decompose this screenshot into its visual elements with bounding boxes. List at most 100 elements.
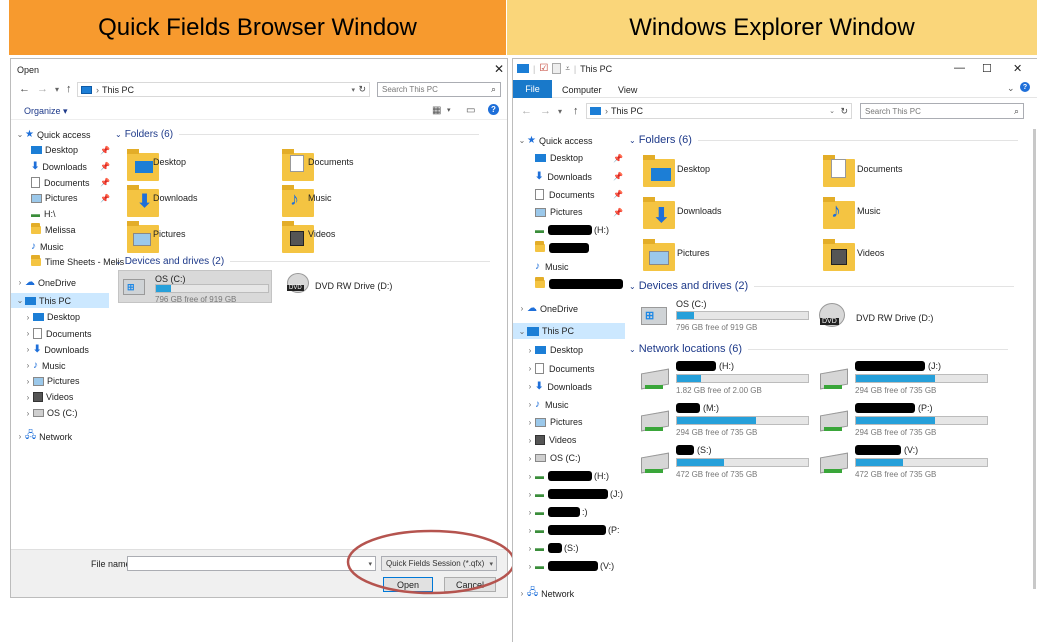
nav-pc-documents[interactable]: › Documents xyxy=(23,328,92,339)
nav-network[interactable]: › 🖧 Network xyxy=(517,585,575,602)
chevron-right-icon[interactable]: › xyxy=(15,278,25,287)
nav-item-music[interactable]: ♪ Music xyxy=(31,241,64,252)
back-arrow-icon[interactable]: ← xyxy=(19,83,30,95)
nav-item-pictures[interactable]: Pictures 📌 xyxy=(31,193,110,203)
chevron-right-icon[interactable]: › xyxy=(23,329,33,338)
properties-icon[interactable]: ☑ xyxy=(539,63,548,74)
nav-item-h-drive[interactable]: ▬ H:\ xyxy=(31,209,56,219)
scrollbar-thumb[interactable] xyxy=(1033,129,1036,589)
address-bar[interactable]: › This PC ▾ ↻ xyxy=(77,82,370,97)
chevron-right-icon[interactable]: › xyxy=(525,526,535,535)
nav-onedrive[interactable]: › ☁ OneDrive xyxy=(517,303,578,314)
nav-pc-videos[interactable]: › Videos xyxy=(525,435,576,445)
maximize-icon[interactable]: ☐ xyxy=(982,62,992,75)
network-drive-m[interactable]: (M:) 294 GB free of 735 GB xyxy=(641,403,813,439)
minimize-icon[interactable]: — xyxy=(954,62,965,74)
view-options-icon[interactable]: ▦ xyxy=(432,105,441,116)
chevron-right-icon[interactable]: › xyxy=(525,544,535,553)
folder-tile-videos[interactable]: Videos xyxy=(823,239,993,273)
nav-pc-pictures[interactable]: › Pictures xyxy=(23,376,80,386)
nav-quick-access[interactable]: ⌄ ★ Quick access xyxy=(15,129,91,140)
chevron-right-icon[interactable]: › xyxy=(525,562,535,571)
help-icon[interactable]: ? xyxy=(1020,82,1030,92)
address-bar[interactable]: › This PC ⌄ ↻ xyxy=(586,103,852,119)
nav-pc-downloads[interactable]: › ⬇ Downloads xyxy=(525,381,592,392)
customize-icon[interactable]: ⩡ xyxy=(565,64,570,74)
chevron-right-icon[interactable]: › xyxy=(525,436,535,445)
drive-tile-dvd[interactable]: DVD DVD RW Drive (D:) xyxy=(819,303,989,335)
devices-section-header[interactable]: ⌄ Devices and drives (2) xyxy=(629,280,1015,292)
expand-ribbon-icon[interactable]: ⌄ xyxy=(1007,83,1015,94)
chevron-down-icon[interactable]: ⌄ xyxy=(517,136,527,145)
nav-this-pc[interactable]: ⌄ This PC xyxy=(513,323,625,339)
nav-item-redacted-folder[interactable] xyxy=(535,241,589,253)
nav-pc-drive-h[interactable]: › ▬ (H:) xyxy=(525,471,609,481)
refresh-icon[interactable]: ↻ xyxy=(840,106,848,117)
nav-this-pc[interactable]: ⌄ This PC xyxy=(11,293,109,308)
chevron-right-icon[interactable]: › xyxy=(525,346,535,355)
chevron-right-icon[interactable]: › xyxy=(23,409,33,418)
drive-tile-os-c[interactable]: ⊞ OS (C:) 796 GB free of 919 GB xyxy=(641,299,811,335)
nav-item-time-sheets[interactable]: Time Sheets - Melis xyxy=(31,255,124,267)
folder-tile-music[interactable]: ♪ Music xyxy=(823,197,993,231)
nav-network[interactable]: › 🖧 Network xyxy=(15,428,73,445)
chevron-right-icon[interactable]: › xyxy=(525,364,535,373)
chevron-right-icon[interactable]: › xyxy=(525,382,535,391)
nav-item-redacted-folder-2[interactable] xyxy=(535,277,623,289)
nav-quick-access[interactable]: ⌄ ★ Quick access xyxy=(517,135,593,146)
nav-pc-drive-v[interactable]: › ▬ (V:) xyxy=(525,561,614,571)
organize-menu[interactable]: Organize ▾ xyxy=(24,106,68,117)
chevron-right-icon[interactable]: › xyxy=(525,400,535,409)
nav-pc-music[interactable]: › ♪ Music xyxy=(525,399,569,410)
drive-tile-dvd[interactable]: DVD DVD RW Drive (D:) xyxy=(287,271,437,301)
nav-pc-music[interactable]: › ♪ Music xyxy=(23,360,66,371)
folder-tile-pictures[interactable]: Pictures xyxy=(643,239,813,273)
nav-pc-drive-j[interactable]: › ▬ (J:) xyxy=(525,489,623,499)
network-section-header[interactable]: ⌄ Network locations (6) xyxy=(629,343,1009,355)
chevron-right-icon[interactable]: › xyxy=(517,589,527,598)
nav-pc-os-c[interactable]: › OS (C:) xyxy=(23,408,78,418)
folder-tile-videos[interactable]: Videos xyxy=(282,221,432,253)
forward-arrow-icon[interactable]: → xyxy=(540,105,551,117)
new-folder-icon[interactable] xyxy=(552,63,562,74)
folder-tile-desktop[interactable]: Desktop xyxy=(127,149,277,181)
folders-section-header[interactable]: ⌄ Folders (6) xyxy=(629,134,1018,146)
nav-item-pictures[interactable]: Pictures 📌 xyxy=(535,207,623,217)
tab-file[interactable]: File xyxy=(513,80,552,98)
chevron-right-icon[interactable]: › xyxy=(23,377,33,386)
chevron-right-icon[interactable]: › xyxy=(525,472,535,481)
nav-item-desktop[interactable]: Desktop 📌 xyxy=(535,153,623,163)
folder-tile-desktop[interactable]: Desktop xyxy=(643,155,813,189)
nav-pc-documents[interactable]: › Documents xyxy=(525,363,595,374)
address-dropdown-icon[interactable]: ⌄ xyxy=(829,107,835,115)
devices-section-header[interactable]: ⌄ Devices and drives (2) xyxy=(115,256,491,267)
network-drive-j[interactable]: (J:) 294 GB free of 735 GB xyxy=(820,361,992,397)
up-arrow-icon[interactable]: ↑ xyxy=(573,105,579,117)
nav-pc-desktop[interactable]: › Desktop xyxy=(23,312,80,322)
network-drive-p[interactable]: (P:) 294 GB free of 735 GB xyxy=(820,403,992,439)
network-drive-s[interactable]: (S:) 472 GB free of 735 GB xyxy=(641,445,813,481)
nav-pc-drive-s[interactable]: › ▬ (S:) xyxy=(525,543,579,553)
help-icon[interactable]: ? xyxy=(488,104,499,115)
nav-item-melissa[interactable]: Melissa xyxy=(31,223,76,235)
close-icon[interactable]: ✕ xyxy=(1013,62,1022,75)
chevron-right-icon[interactable]: › xyxy=(517,304,527,313)
folder-tile-downloads[interactable]: ⬇ Downloads xyxy=(127,185,277,217)
folder-tile-documents[interactable]: Documents xyxy=(823,155,993,189)
close-icon[interactable]: ✕ xyxy=(494,62,504,76)
search-input[interactable]: Search This PC ⌕ xyxy=(377,82,501,97)
chevron-right-icon[interactable]: › xyxy=(15,432,25,441)
forward-arrow-icon[interactable]: → xyxy=(37,83,48,95)
network-drive-h[interactable]: (H:) 1.82 GB free of 2.00 GB xyxy=(641,361,813,397)
nav-pc-drive-p[interactable]: › ▬ (P: xyxy=(525,525,620,535)
folder-tile-documents[interactable]: Documents xyxy=(282,149,432,181)
nav-item-documents[interactable]: Documents 📌 xyxy=(31,177,110,188)
nav-item-downloads[interactable]: ⬇ Downloads 📌 xyxy=(31,161,110,172)
tab-view[interactable]: View xyxy=(618,85,637,95)
chevron-right-icon[interactable]: › xyxy=(525,508,535,517)
chevron-down-icon[interactable]: ⌄ xyxy=(15,296,25,305)
nav-pc-os-c[interactable]: › OS (C:) xyxy=(525,453,581,463)
up-arrow-icon[interactable]: ↑ xyxy=(66,83,72,95)
chevron-right-icon[interactable]: › xyxy=(525,454,535,463)
tab-computer[interactable]: Computer xyxy=(562,85,602,95)
